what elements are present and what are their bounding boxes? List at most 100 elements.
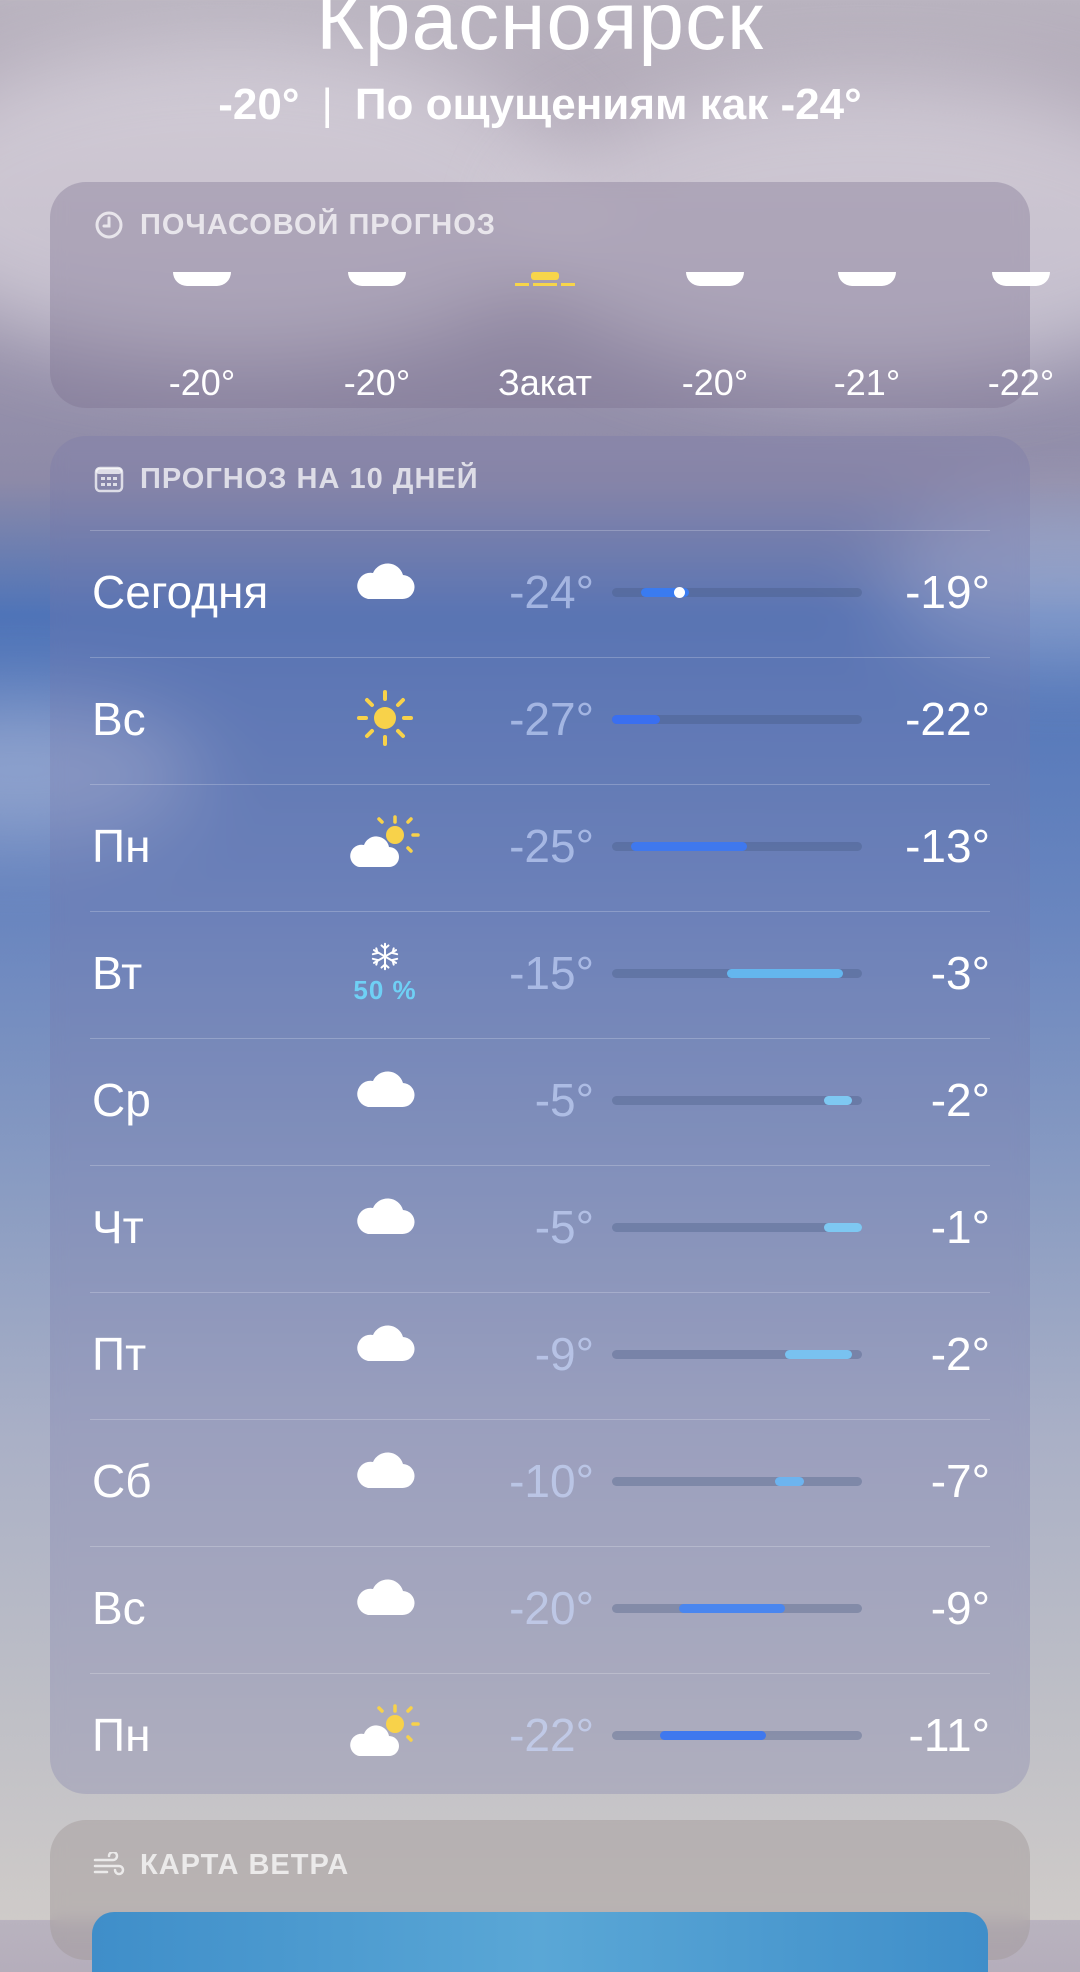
daily-title: ПРОГНОЗ НА 10 ДНЕЙ <box>140 462 479 495</box>
high-temp: -2° <box>930 1074 990 1126</box>
hour-temp: -22° <box>987 362 1055 403</box>
high-temp: -13° <box>905 820 990 872</box>
temp-range-fill <box>785 1350 853 1359</box>
partly-sunny-icon <box>350 1704 420 1768</box>
feels-like: По ощущениям как -24° <box>354 80 862 129</box>
sun-icon <box>350 688 420 752</box>
temp-range-fill <box>775 1477 805 1486</box>
low-temp: -24° <box>509 566 594 618</box>
temp-range-bar <box>612 969 862 978</box>
low-temp: -9° <box>534 1328 594 1380</box>
cloud-icon <box>350 1196 420 1260</box>
partly-sunny-icon <box>350 815 420 879</box>
hour-label: Закат <box>497 362 593 403</box>
daily-list[interactable]: Сегодня -24° -19° Вс -27° -22° Пн -25° -13° Вт 50 … <box>90 530 990 1800</box>
day-name: Сб <box>92 1455 152 1507</box>
hour-temp: -20° <box>681 362 749 403</box>
cloud-icon <box>992 272 1050 286</box>
day-name: Вс <box>92 693 146 745</box>
day-name: Чт <box>92 1201 144 1253</box>
hour-temp: -21° <box>833 362 901 403</box>
day-row[interactable]: Сб -10° -7° <box>90 1419 990 1546</box>
day-row[interactable]: Пн -25° -13° <box>90 784 990 911</box>
temp-range-fill <box>631 842 747 851</box>
high-temp: -2° <box>930 1328 990 1380</box>
temp-range-fill <box>660 1731 766 1740</box>
ten-day-forecast-card[interactable]: ПРОГНОЗ НА 10 ДНЕЙ Сегодня -24° -19° Вс -27°… <box>50 436 1030 1794</box>
temp-range-bar <box>612 842 862 851</box>
hour-item: -20° <box>302 272 452 404</box>
day-row[interactable]: Пн -22° -11° <box>90 1673 990 1800</box>
temp-range-bar <box>612 1731 862 1740</box>
temp-range-bar <box>612 1096 862 1105</box>
high-temp: -11° <box>908 1709 990 1761</box>
wind-header: КАРТА ВЕТРА <box>92 1848 349 1882</box>
low-temp: -15° <box>509 947 594 999</box>
cloud-icon <box>350 1450 420 1514</box>
wind-map-preview[interactable] <box>92 1912 988 1972</box>
high-temp: -19° <box>905 566 990 618</box>
low-temp: -25° <box>509 820 594 872</box>
temp-range-bar <box>612 1350 862 1359</box>
cloud-icon <box>348 272 406 286</box>
day-name: Вт <box>92 947 143 999</box>
cloud-icon <box>838 272 896 286</box>
hour-item: -20° <box>640 272 790 404</box>
current-temperature: -20° <box>218 80 300 129</box>
clock-icon <box>92 208 126 242</box>
high-temp: -3° <box>930 947 990 999</box>
day-name: Сегодня <box>92 566 269 618</box>
temp-range-bar <box>612 715 862 724</box>
wind-title: КАРТА ВЕТРА <box>140 1848 350 1881</box>
low-temp: -20° <box>509 1582 594 1634</box>
low-temp: -22° <box>509 1709 594 1761</box>
high-temp: -9° <box>930 1582 990 1634</box>
cloud-icon <box>350 1323 420 1387</box>
day-name: Пт <box>92 1328 147 1380</box>
hourly-list[interactable]: -20° -20° Закат -20° -21° -22° <box>50 272 1054 404</box>
current-conditions: -20° | По ощущениям как -24° <box>218 80 862 129</box>
day-row[interactable]: Ср -5° -2° <box>90 1038 990 1165</box>
low-temp: -5° <box>534 1201 594 1253</box>
day-name: Пн <box>92 820 151 872</box>
snowflake-icon: 50 % <box>350 942 420 1006</box>
day-name: Пн <box>92 1709 151 1761</box>
day-row[interactable]: Вт 50 % -15° -3° <box>90 911 990 1038</box>
temp-range-fill <box>727 969 843 978</box>
low-temp: -5° <box>534 1074 594 1126</box>
day-row[interactable]: Сегодня -24° -19° <box>90 530 990 657</box>
cloud-icon <box>350 1577 420 1641</box>
temp-range-fill <box>823 1096 853 1105</box>
high-temp: -1° <box>930 1201 990 1253</box>
daily-header: ПРОГНОЗ НА 10 ДНЕЙ <box>92 462 479 496</box>
low-temp: -27° <box>509 693 594 745</box>
temp-range-fill <box>679 1604 786 1613</box>
day-row[interactable]: Чт -5° -1° <box>90 1165 990 1292</box>
day-row[interactable]: Вс -27° -22° <box>90 657 990 784</box>
hourly-title: ПОЧАСОВОЙ ПРОГНОЗ <box>140 208 496 241</box>
temp-range-fill <box>612 715 661 724</box>
wind-map-card[interactable]: КАРТА ВЕТРА <box>50 1820 1030 1972</box>
day-row[interactable]: Вс -20° -9° <box>90 1546 990 1673</box>
location-header: Красноярск -20° | По ощущениям как -24° <box>0 0 1080 132</box>
wind-icon <box>92 1848 126 1882</box>
hourly-forecast-card[interactable]: ПОЧАСОВОЙ ПРОГНОЗ -20° -20° Закат -20° -… <box>50 182 1054 408</box>
day-row[interactable]: Пт -9° -2° <box>90 1292 990 1419</box>
city-name: Красноярск <box>316 0 764 67</box>
hour-item: -20° <box>127 272 277 404</box>
day-name: Вс <box>92 1582 146 1634</box>
precipitation-chance: 50 % <box>353 975 417 1005</box>
temp-range-bar <box>612 1477 862 1486</box>
cloud-icon <box>350 561 420 625</box>
cloud-icon <box>173 272 231 286</box>
temp-range-bar <box>612 1223 862 1232</box>
low-temp: -10° <box>509 1455 594 1507</box>
high-temp: -7° <box>930 1455 990 1507</box>
temp-range-bar <box>612 1604 862 1613</box>
hourly-header: ПОЧАСОВОЙ ПРОГНОЗ <box>92 208 496 242</box>
temp-range-bar <box>612 587 862 598</box>
hour-item: -22° <box>946 272 1080 404</box>
temp-range-fill <box>823 1223 862 1232</box>
high-temp: -22° <box>905 693 990 745</box>
hour-item: Закат <box>470 272 620 404</box>
